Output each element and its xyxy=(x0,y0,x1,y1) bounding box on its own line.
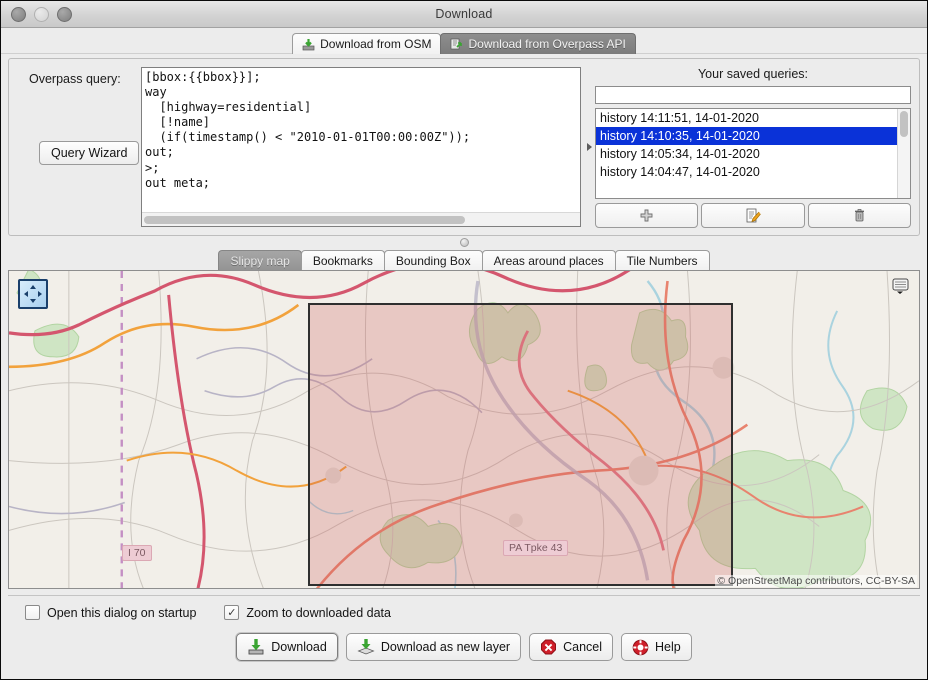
tab-label: Download from OSM xyxy=(320,37,432,51)
list-item[interactable]: history 14:04:47, 14-01-2020 xyxy=(596,163,897,181)
button-label: Help xyxy=(655,640,681,654)
overpass-icon xyxy=(451,38,463,49)
action-buttons: Download Download as new layer Cancel He… xyxy=(8,633,920,661)
download-layer-icon xyxy=(357,639,375,655)
window-title: Download xyxy=(435,7,493,21)
scrollbar-thumb[interactable] xyxy=(900,111,908,137)
slippy-map[interactable]: Connellsville Waynesburg Uniontown Mason… xyxy=(8,270,920,589)
download-button[interactable]: Download xyxy=(236,633,338,661)
tab-bounding-box[interactable]: Bounding Box xyxy=(383,250,483,270)
splitter-handle[interactable] xyxy=(459,237,469,247)
overpass-query-panel: Overpass query: Query Wizard [bbox:{{bbo… xyxy=(8,58,920,236)
saved-queries-area: Your saved queries: history 14:11:51, 14… xyxy=(595,59,919,235)
road-shield: I 70 xyxy=(122,545,152,561)
checkbox-box[interactable] xyxy=(25,605,40,620)
overpass-query-input[interactable]: [bbox:{{bbox}}]; way [highway=residentia… xyxy=(142,68,580,212)
list-item[interactable]: history 14:11:51, 14-01-2020 xyxy=(596,109,897,127)
tab-label: Slippy map xyxy=(230,253,290,268)
button-label: Cancel xyxy=(563,640,603,654)
tab-label: Download from Overpass API xyxy=(468,37,626,51)
tab-tile-numbers[interactable]: Tile Numbers xyxy=(614,250,710,270)
tab-label: Bookmarks xyxy=(312,253,373,268)
list-item[interactable]: history 14:10:35, 14-01-2020 xyxy=(596,127,897,145)
saved-queries-list-wrapper: history 14:11:51, 14-01-2020 history 14:… xyxy=(595,108,911,199)
tab-areas-around-places[interactable]: Areas around places xyxy=(481,250,616,270)
query-horizontal-scrollbar[interactable] xyxy=(142,212,580,226)
tab-label: Areas around places xyxy=(493,253,604,268)
tab-label: Bounding Box xyxy=(395,253,471,268)
saved-queries-filter-input[interactable] xyxy=(595,86,911,104)
cancel-icon xyxy=(541,639,557,654)
download-dialog: Download Download from OSM Download from… xyxy=(0,0,928,680)
open-on-startup-checkbox[interactable]: Open this dialog on startup xyxy=(25,605,196,620)
add-query-button[interactable] xyxy=(595,203,699,228)
fullscreen-button[interactable] xyxy=(18,279,48,309)
chevron-right-icon xyxy=(586,143,592,151)
tab-bookmarks[interactable]: Bookmarks xyxy=(300,250,385,270)
button-label: Download as new layer xyxy=(380,640,511,654)
help-button[interactable]: Help xyxy=(621,633,692,661)
download-as-new-layer-button[interactable]: Download as new layer xyxy=(345,633,522,661)
query-textarea-wrapper: [bbox:{{bbox}}]; way [highway=residentia… xyxy=(141,67,581,227)
dialog-footer: Open this dialog on startup ✓ Zoom to do… xyxy=(8,595,920,672)
button-label: Download xyxy=(271,640,327,654)
edit-query-button[interactable] xyxy=(701,203,805,228)
query-wizard-button[interactable]: Query Wizard xyxy=(39,141,140,165)
checkbox-label: Open this dialog on startup xyxy=(47,605,197,620)
tab-download-from-overpass-api[interactable]: Download from Overpass API xyxy=(440,33,636,54)
saved-queries-scrollbar[interactable] xyxy=(897,109,910,198)
edit-document-icon xyxy=(746,208,761,222)
saved-queries-title: Your saved queries: xyxy=(697,67,809,81)
list-item[interactable]: history 14:05:34, 14-01-2020 xyxy=(596,145,897,163)
layers-button[interactable] xyxy=(889,277,911,299)
delete-query-button[interactable] xyxy=(807,203,911,228)
tab-download-from-osm[interactable]: Download from OSM xyxy=(292,33,442,54)
source-tab-bar: Download from OSM Download from Overpass… xyxy=(1,28,927,54)
tab-label: Tile Numbers xyxy=(626,253,698,268)
panel-splitter-arrow[interactable] xyxy=(583,59,595,235)
download-icon xyxy=(248,639,264,655)
download-osm-icon xyxy=(302,38,315,50)
query-editor-area: Overpass query: Query Wizard [bbox:{{bbo… xyxy=(9,59,583,235)
road-shield: PA Tpke 43 xyxy=(503,540,569,556)
map-tab-bar: Slippy map Bookmarks Bounding Box Areas … xyxy=(1,248,927,270)
cancel-button[interactable]: Cancel xyxy=(529,633,614,661)
tab-slippy-map[interactable]: Slippy map xyxy=(218,250,302,270)
zoom-to-downloaded-data-checkbox[interactable]: ✓ Zoom to downloaded data xyxy=(224,605,391,620)
checkbox-box[interactable]: ✓ xyxy=(224,605,240,620)
fullscreen-icon xyxy=(24,285,42,303)
options-row: Open this dialog on startup ✓ Zoom to do… xyxy=(8,596,920,620)
trash-icon xyxy=(854,209,864,222)
map-attribution: © OpenStreetMap contributors, CC-BY-SA xyxy=(715,575,917,587)
scrollbar-thumb[interactable] xyxy=(144,215,466,224)
layers-icon xyxy=(892,278,908,294)
help-icon xyxy=(632,639,649,655)
saved-queries-list[interactable]: history 14:11:51, 14-01-2020 history 14:… xyxy=(596,109,897,198)
vertical-splitter[interactable] xyxy=(1,236,927,248)
overpass-query-label: Overpass query: xyxy=(29,72,121,86)
plus-icon xyxy=(640,209,653,222)
title-bar: Download xyxy=(1,1,927,28)
query-label-column: Overpass query: Query Wizard xyxy=(17,67,141,227)
checkbox-label: Zoom to downloaded data xyxy=(246,605,391,620)
saved-queries-buttons xyxy=(595,203,911,228)
